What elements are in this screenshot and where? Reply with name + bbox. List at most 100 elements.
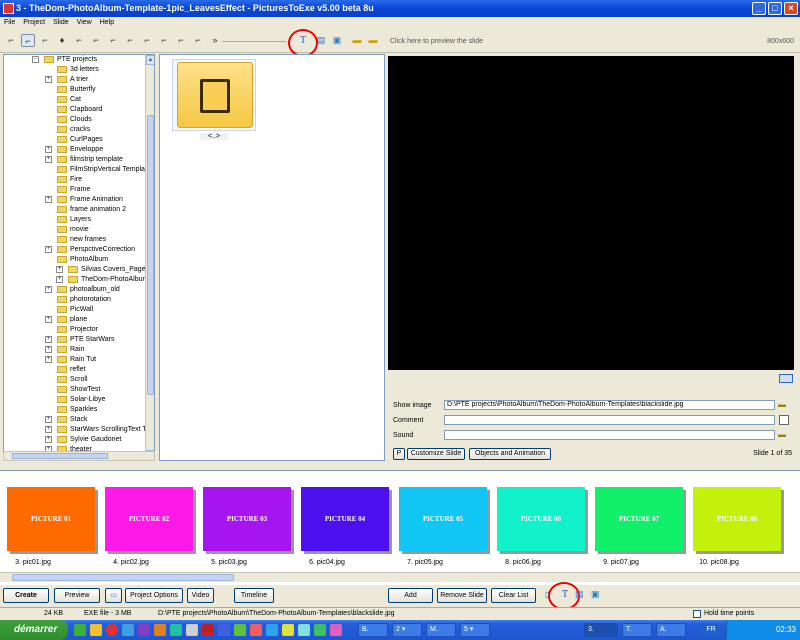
timeline-button[interactable]: Timeline [234,588,274,603]
customize-slide-button[interactable]: Customize Slide [407,448,465,460]
task-button-7[interactable]: A. [656,623,686,637]
expand-icon[interactable]: + [45,436,52,443]
preview-button[interactable]: Preview [54,588,100,603]
project-options-button[interactable]: Project Options [125,588,183,603]
image-tool-bottom-icon[interactable]: ▤ [575,589,585,601]
transition-icon-7[interactable]: ⌐ [106,34,120,47]
quicklaunch-icon-6[interactable] [154,624,166,636]
task-button-4[interactable]: 5 ▾ [460,623,490,637]
tree-hscrollbar[interactable] [3,451,155,461]
transition-icon-1[interactable]: ⌐ [4,34,18,47]
transition-icon-5[interactable]: ⌐ [72,34,86,47]
quicklaunch-icon-15[interactable] [298,624,310,636]
quicklaunch-icon-17[interactable] [330,624,342,636]
menu-file[interactable]: File [0,17,19,29]
hold-time-points-checkbox[interactable] [693,610,701,618]
quicklaunch-icon-1[interactable] [74,624,86,636]
slide-strip[interactable]: PICTURE 01 3. pic01.jpg PICTURE 02 4. pic02… [0,470,800,585]
transition-icon-11[interactable]: ⌐ [174,34,188,47]
expand-icon[interactable]: + [45,146,52,153]
file-list[interactable]: <..> [159,54,385,461]
transition-icon-6[interactable]: ⌐ [89,34,103,47]
clock[interactable]: 02:33 [776,625,796,634]
picture-tool-bottom-icon[interactable]: ▣ [591,589,603,601]
browse-sound-icon[interactable]: ▬ [778,430,790,440]
slide-thumbnail[interactable]: PICTURE 04 [301,487,389,551]
slide-preview[interactable] [388,56,794,370]
minimize-button[interactable]: _ [752,2,766,15]
transition-icon-9[interactable]: ⌐ [140,34,154,47]
quicklaunch-icon-10[interactable] [218,624,230,636]
remove-slide-button[interactable]: Remove Slide [437,588,487,603]
expand-icon[interactable]: + [45,426,52,433]
more-tools-icon[interactable]: » [208,34,222,47]
create-button[interactable]: Create [3,588,49,603]
quicklaunch-icon-14[interactable] [282,624,294,636]
preview-header[interactable]: Click here to preview the slide 800x600 [387,35,800,49]
p-button[interactable]: P [393,448,405,460]
slide-thumbnail[interactable]: PICTURE 08 [693,487,781,551]
preview-window-icon[interactable]: ▭ [105,588,122,603]
expand-icon[interactable]: + [45,316,52,323]
expand-icon[interactable]: + [45,346,52,353]
quicklaunch-icon-5[interactable] [138,624,150,636]
transition-icon-4[interactable]: ♦ [55,34,69,47]
slide-thumbnail[interactable]: PICTURE 02 [105,487,193,551]
folder-tree[interactable]: − PTE projects 3d letters + A trier Butterfly… [3,54,155,461]
expand-icon[interactable]: + [56,266,63,273]
slide-thumbnail[interactable]: PICTURE 03 [203,487,291,551]
maximize-button[interactable]: □ [768,2,782,15]
menu-slide[interactable]: Slide [49,17,73,29]
hscroll-thumb[interactable] [12,453,108,459]
quicklaunch-icon-12[interactable] [250,624,262,636]
expand-icon[interactable]: − [32,56,39,63]
quicklaunch-icon-2[interactable] [90,624,102,636]
fullscreen-icon[interactable] [779,374,793,383]
expand-icon[interactable]: + [45,356,52,363]
transition-icon-2[interactable]: ⌐ [21,34,35,47]
expand-icon[interactable]: + [45,416,52,423]
sound-field[interactable] [444,430,775,440]
open-folder-icon[interactable]: ▬ [350,34,364,47]
transition-icon-8[interactable]: ⌐ [123,34,137,47]
app-icon[interactable] [3,3,14,14]
transition-icon-12[interactable]: ⌐ [191,34,205,47]
quicklaunch-icon-11[interactable] [234,624,246,636]
language-indicator[interactable]: FR [700,624,722,636]
clear-list-button[interactable]: Clear List [491,588,536,603]
quicklaunch-icon-3[interactable] [106,624,118,636]
expand-icon[interactable]: + [45,196,52,203]
quicklaunch-icon-13[interactable] [266,624,278,636]
scroll-up-icon[interactable]: ▲ [146,55,154,65]
slide-thumbnail[interactable]: PICTURE 01 [7,487,95,551]
objects-animation-button[interactable]: Objects and Animation [469,448,551,460]
start-button[interactable]: démarrer [0,620,68,640]
text-tool-bottom-icon[interactable]: T [559,589,571,601]
new-folder-icon[interactable]: ▬ [366,34,380,47]
start-label[interactable]: démarrer [14,624,57,635]
add-button[interactable]: Add [388,588,433,603]
expand-icon[interactable]: + [56,276,63,283]
preview-hint[interactable]: Click here to preview the slide [390,38,483,45]
text-tool-icon[interactable]: T [296,34,310,47]
comment-edit-icon[interactable] [779,415,789,425]
slide-thumbnail[interactable]: PICTURE 05 [399,487,487,551]
comment-field[interactable] [444,415,775,425]
menu-view[interactable]: View [73,17,96,29]
browse-image-icon[interactable]: ▬ [778,400,790,410]
slide-thumbnail[interactable]: PICTURE 07 [595,487,683,551]
video-button[interactable]: Video [187,588,214,603]
task-button-2[interactable]: 2 ▾ [392,623,422,637]
menu-help[interactable]: Help [96,17,118,29]
quicklaunch-icon-16[interactable] [314,624,326,636]
task-button-6[interactable]: T. [622,623,652,637]
task-button-3[interactable]: M. [426,623,456,637]
quicklaunch-icon-7[interactable] [170,624,182,636]
scroll-thumb[interactable] [147,115,154,395]
expand-icon[interactable]: + [45,286,52,293]
quicklaunch-icon-9[interactable] [202,624,214,636]
task-button-active[interactable]: 3. [584,623,618,637]
task-button-1[interactable]: B. [358,623,388,637]
expand-icon[interactable]: + [45,76,52,83]
quicklaunch-icon-4[interactable] [122,624,134,636]
